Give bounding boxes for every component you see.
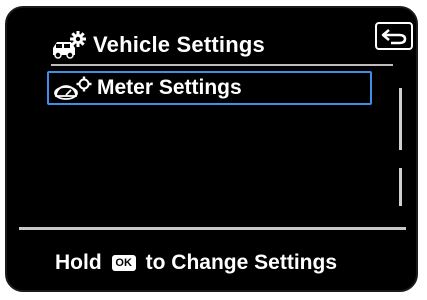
back-button[interactable] (375, 22, 413, 50)
title-underline (51, 64, 393, 66)
header: Vehicle Settings (51, 28, 265, 62)
scrollbar-thumb[interactable] (399, 168, 402, 206)
hint-prefix: Hold (55, 251, 102, 274)
scrollbar[interactable] (399, 88, 403, 206)
ok-key-icon: OK (111, 255, 136, 271)
page-title: Vehicle Settings (93, 32, 265, 57)
scrollbar-track-upper (399, 88, 402, 150)
menu-item-label: Meter Settings (97, 76, 242, 99)
back-arrow-icon (381, 29, 407, 45)
display-screen: Vehicle Settings Meter Settings Hold OK … (5, 6, 418, 292)
car-gear-icon (53, 31, 86, 59)
footer-hint: Hold OK to Change Settings (55, 248, 337, 278)
divider (19, 227, 406, 230)
hint-suffix: to Change Settings (145, 251, 337, 274)
meter-gear-icon (54, 76, 92, 100)
menu-item-meter-settings[interactable]: Meter Settings (47, 71, 372, 105)
